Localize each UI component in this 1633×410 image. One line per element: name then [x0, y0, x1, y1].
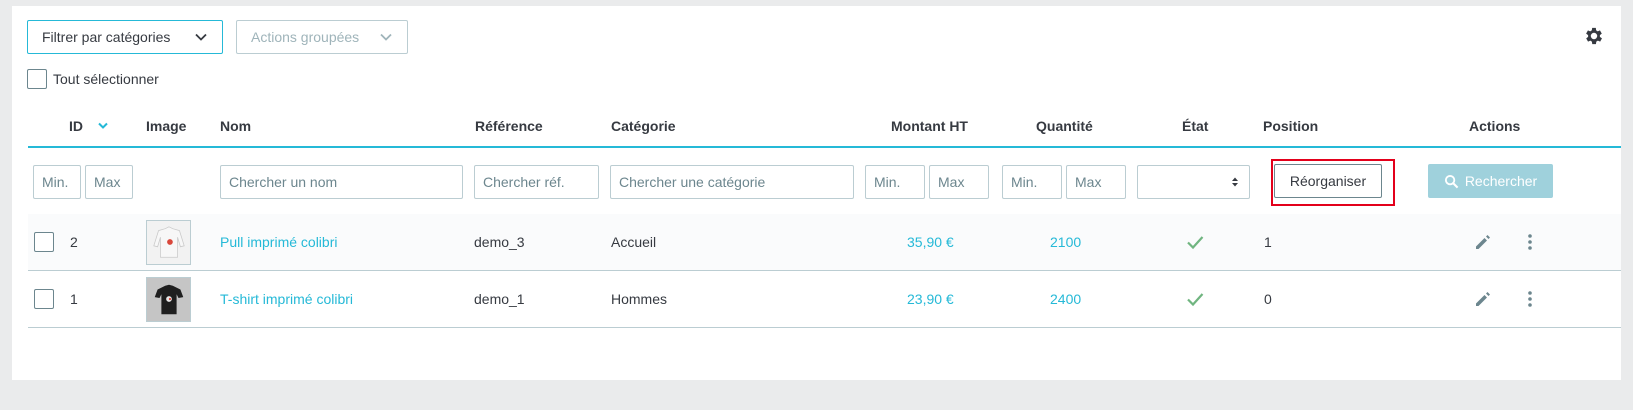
gear-icon[interactable] [1583, 25, 1605, 47]
product-thumbnail [146, 219, 191, 265]
reorganize-button[interactable]: Réorganiser [1274, 164, 1382, 198]
product-name-link[interactable]: T-shirt imprimé colibri [220, 271, 353, 327]
filter-name[interactable]: Chercher un nom [220, 165, 463, 199]
edit-icon[interactable] [1473, 289, 1493, 309]
select-arrows-icon [1232, 177, 1238, 187]
bulk-actions-label: Actions groupées [251, 29, 360, 45]
filter-reference[interactable]: Chercher réf. [474, 165, 599, 199]
header-status[interactable]: État [1182, 118, 1208, 134]
filter-id-max[interactable]: Max [85, 165, 133, 199]
header-quantity[interactable]: Quantité [1036, 118, 1093, 134]
check-icon[interactable] [1185, 232, 1205, 252]
select-all-checkbox[interactable] [27, 69, 47, 89]
row-checkbox[interactable] [34, 289, 54, 309]
product-thumbnail [146, 276, 191, 322]
table-row: 1 T-shirt imprimé colibri demo_1 Hommes … [28, 271, 1621, 328]
row-checkbox[interactable] [34, 232, 54, 252]
header-image: Image [146, 118, 187, 134]
row-position: 0 [1264, 291, 1272, 307]
search-button[interactable]: Rechercher [1428, 164, 1553, 198]
header-actions: Actions [1469, 118, 1521, 134]
sweater-image [152, 226, 185, 258]
chevron-down-icon [380, 33, 392, 41]
search-icon [1444, 174, 1459, 188]
filter-category[interactable]: Chercher une catégorie [610, 165, 854, 199]
sort-desc-icon[interactable] [97, 120, 109, 132]
filter-price-min[interactable]: Min. [865, 165, 925, 199]
header-reference[interactable]: Référence [475, 118, 543, 134]
table-row: 2 Pull imprimé colibri demo_3 Accueil 35… [28, 214, 1621, 271]
tshirt-image [154, 284, 183, 315]
row-category: Hommes [611, 291, 668, 307]
header-id[interactable]: ID [69, 118, 109, 134]
row-id: 2 [70, 234, 78, 250]
chevron-down-icon [195, 33, 207, 41]
filter-categories-dropdown[interactable]: Filtrer par catégories [27, 20, 223, 54]
header-position[interactable]: Position [1263, 118, 1318, 134]
filter-categories-label: Filtrer par catégories [42, 29, 171, 45]
product-name-link[interactable]: Pull imprimé colibri [220, 214, 337, 270]
row-quantity[interactable]: 2100 [1050, 214, 1081, 270]
check-icon[interactable] [1185, 289, 1205, 309]
header-price[interactable]: Montant HT [891, 118, 968, 134]
more-options-icon[interactable] [1520, 232, 1540, 252]
header-divider [28, 146, 1621, 148]
filter-qty-min[interactable]: Min. [1002, 165, 1062, 199]
filter-id-min[interactable]: Min. [33, 165, 81, 199]
more-options-icon[interactable] [1520, 289, 1540, 309]
filter-qty-max[interactable]: Max [1066, 165, 1126, 199]
product-list-card: Filtrer par catégories Actions groupées … [12, 6, 1621, 380]
row-position: 1 [1264, 234, 1272, 250]
row-price[interactable]: 35,90 € [907, 214, 954, 270]
header-name[interactable]: Nom [220, 118, 251, 134]
edit-icon[interactable] [1473, 232, 1493, 252]
search-label: Rechercher [1464, 173, 1538, 189]
select-all[interactable]: Tout sélectionner [27, 69, 159, 89]
row-category: Accueil [611, 234, 657, 250]
row-reference: demo_3 [474, 234, 525, 250]
row-reference: demo_1 [474, 291, 525, 307]
row-quantity[interactable]: 2400 [1050, 271, 1081, 327]
header-category[interactable]: Catégorie [611, 118, 676, 134]
filter-price-max[interactable]: Max [929, 165, 989, 199]
bulk-actions-dropdown[interactable]: Actions groupées [236, 20, 408, 54]
row-id: 1 [70, 291, 78, 307]
row-price[interactable]: 23,90 € [907, 271, 954, 327]
filter-status-select[interactable] [1137, 165, 1250, 199]
select-all-label: Tout sélectionner [53, 71, 159, 87]
